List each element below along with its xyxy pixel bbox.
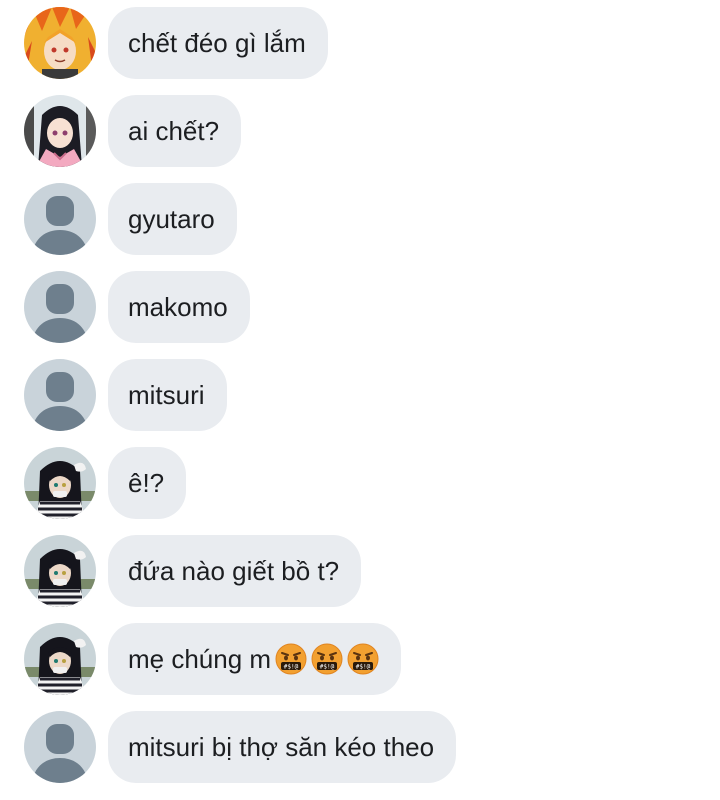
avatar[interactable] [24,183,96,255]
message-text: đứa nào giết bồ t? [128,555,340,586]
message-text: mitsuri bị thợ săn kéo theo [128,731,435,762]
profile-picture [24,447,96,519]
message-text: chết đéo gì lắm [128,27,306,58]
message-bubble[interactable]: chết đéo gì lắm [108,7,328,79]
avatar[interactable] [24,623,96,695]
message-bubble[interactable]: ê!? [108,447,187,519]
message-row: ê!? [24,447,187,519]
avatar[interactable] [24,535,96,607]
message-row: ai chết? [24,95,242,167]
message-bubble[interactable]: mẹ chúng m [108,623,402,695]
message-text: gyutaro [128,203,215,234]
default-avatar-icon [24,359,96,431]
message-row: đứa nào giết bồ t? [24,535,362,607]
message-text: makomo [128,291,228,322]
face-with-symbols-icon [347,643,380,675]
avatar[interactable] [24,447,96,519]
face-with-symbols-icon [311,643,344,675]
message-bubble[interactable]: ai chết? [108,95,242,167]
message-text: mẹ chúng m [128,643,272,674]
profile-picture [24,7,96,79]
default-avatar-icon [24,183,96,255]
profile-picture [24,535,96,607]
message-bubble[interactable]: đứa nào giết bồ t? [108,535,362,607]
message-row: makomo [24,271,250,343]
message-bubble[interactable]: mitsuri [108,359,227,431]
message-bubble[interactable]: gyutaro [108,183,237,255]
message-row: chết đéo gì lắm [24,7,328,79]
avatar[interactable] [24,7,96,79]
message-row: mitsuri [24,359,227,431]
message-text: mitsuri [128,379,205,410]
avatar[interactable] [24,271,96,343]
profile-picture [24,623,96,695]
profile-picture [24,95,96,167]
message-bubble[interactable]: makomo [108,271,250,343]
message-row: mẹ chúng m [24,623,402,695]
avatar[interactable] [24,359,96,431]
face-with-symbols-icon [275,643,308,675]
message-row: mitsuri bị thợ săn kéo theo [24,711,457,783]
message-text: ai chết? [128,115,220,146]
avatar[interactable] [24,95,96,167]
message-row: gyutaro [24,183,237,255]
default-avatar-icon [24,271,96,343]
default-avatar-icon [24,711,96,783]
message-text: ê!? [128,467,165,498]
avatar[interactable] [24,711,96,783]
message-bubble[interactable]: mitsuri bị thợ săn kéo theo [108,711,457,783]
